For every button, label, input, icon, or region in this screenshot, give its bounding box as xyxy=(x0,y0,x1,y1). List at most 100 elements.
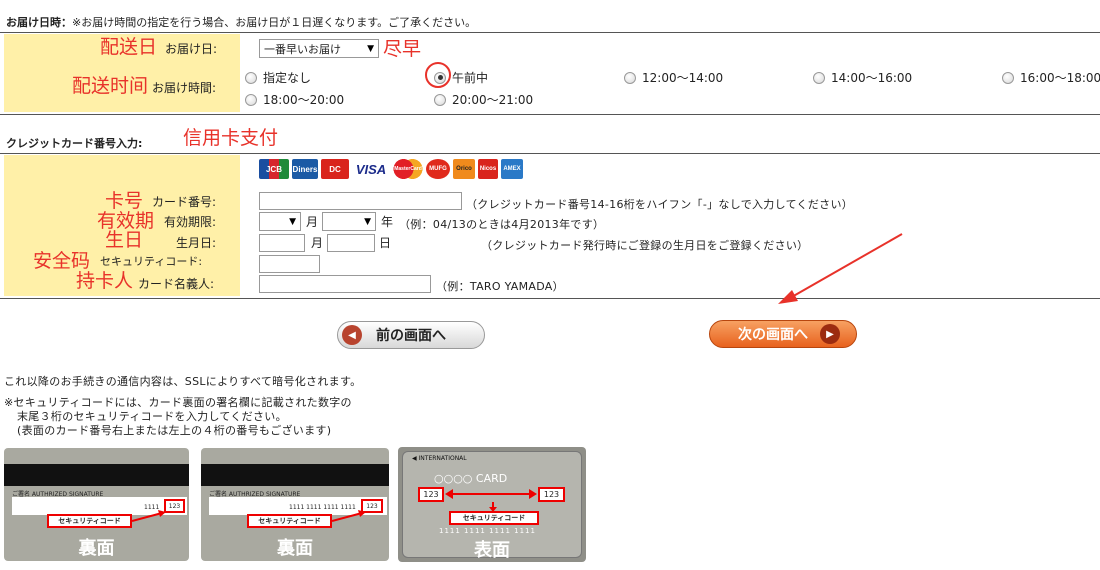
card-section-annotation: 信用卡支付 xyxy=(183,127,279,149)
international-text: INTERNATIONAL xyxy=(418,455,467,462)
birthday-day-unit: 日 xyxy=(379,236,392,250)
radio-icon[interactable] xyxy=(434,93,446,106)
time-option-18-20[interactable]: 18:00～20:00 xyxy=(245,91,344,108)
date-select-annotation: 尽早 xyxy=(383,38,422,60)
time-option-none[interactable]: 指定なし xyxy=(245,69,311,86)
delivery-time-label: お届け時間: xyxy=(152,81,217,95)
section-divider xyxy=(0,114,1100,115)
security-note-line-1: ※セキュリティコードには、カード裏面の署名欄に記載された数字の xyxy=(4,396,352,409)
section-divider xyxy=(0,153,1100,154)
time-option-20-21[interactable]: 20:00～21:00 xyxy=(434,91,533,108)
dc-logo: DC xyxy=(321,159,349,179)
sample-card-back-1: ご署名 AUTHRIZED SIGNATURE 1111 123 セキュリティコ… xyxy=(4,448,189,561)
chevron-down-icon: ▼ xyxy=(364,216,371,227)
birthday-month-input[interactable] xyxy=(259,234,305,252)
next-button-label: 次の画面へ xyxy=(738,327,808,343)
delivery-section-title: お届け日時：※お届け時間の指定を行う場合、お届け日が１日遅くなります。ご了承くだ… xyxy=(6,14,476,30)
sample-card-back-2: ご署名 AUTHRIZED SIGNATURE 1111 1111 1111 1… xyxy=(201,448,389,561)
security-code-tag: セキュリティコード xyxy=(449,511,539,525)
prev-screen-button[interactable]: ◀ 前の画面へ xyxy=(337,321,485,349)
security-code-tag: セキュリティコード xyxy=(47,514,132,528)
prev-button-label: 前の画面へ xyxy=(376,328,446,344)
time-option-label: 12:00～14:00 xyxy=(642,71,724,85)
time-option-label: 14:00～16:00 xyxy=(831,71,913,85)
arrow-icon xyxy=(132,510,166,522)
orico-logo: Orico xyxy=(453,159,475,179)
double-arrow-icon xyxy=(445,489,537,499)
time-option-label: 20:00～21:00 xyxy=(452,93,534,107)
security-code-box-left: 123 xyxy=(418,487,444,502)
delivery-title-text: お届け日時： xyxy=(6,16,72,29)
international-label: ◀ INTERNATIONAL xyxy=(412,455,467,462)
radio-icon[interactable] xyxy=(245,71,257,84)
expiry-label: 有効期限: xyxy=(164,215,217,229)
expiry-year-select[interactable]: ▼ xyxy=(322,212,376,231)
holder-annotation: 持卡人 xyxy=(76,270,134,292)
time-option-label: 指定なし xyxy=(263,71,312,85)
expiry-year-unit: 年 xyxy=(381,215,394,229)
selection-highlight-circle xyxy=(425,62,451,88)
nicos-logo: Nicos xyxy=(478,159,498,179)
card-digits: 1111 1111 1111 1111 xyxy=(439,527,536,535)
card-side-label: 表面 xyxy=(474,540,510,561)
time-option-16-18[interactable]: 16:00～18:00 xyxy=(1002,69,1100,86)
security-code-box-right: 123 xyxy=(538,487,565,502)
expiry-month-select[interactable]: ▼ xyxy=(259,212,301,231)
visa-logo: VISA xyxy=(352,159,390,179)
security-code-input[interactable] xyxy=(259,255,320,273)
birthday-hint: （クレジットカード発行時にご登録の生月日をご登録ください） xyxy=(481,239,809,252)
next-screen-button[interactable]: 次の画面へ ▶ xyxy=(709,320,857,348)
expiry-hint: （例：04/13のときは4月2013年です） xyxy=(399,218,605,231)
date-annotation: 配送日 xyxy=(100,36,158,58)
card-side-label: 裏面 xyxy=(277,538,313,559)
card-brand-logos: JCB Diners DC VISA MasterCard MUFG Orico… xyxy=(259,159,523,179)
security-code-label: セキュリティコード: xyxy=(100,255,203,268)
magnetic-stripe xyxy=(4,464,189,486)
arrow-right-icon: ▶ xyxy=(820,324,840,344)
time-option-label: 16:00～18:00 xyxy=(1020,71,1100,85)
time-option-14-16[interactable]: 14:00～16:00 xyxy=(813,69,912,86)
annotation-arrow-icon xyxy=(778,233,903,304)
time-annotation: 配送时间 xyxy=(72,75,149,97)
section-divider xyxy=(0,32,1100,33)
birthday-label: 生月日: xyxy=(176,236,217,250)
card-number-label: カード番号: xyxy=(152,195,217,209)
radio-icon[interactable] xyxy=(624,71,636,84)
arrow-left-icon: ◀ xyxy=(342,325,362,345)
card-holder-input[interactable] xyxy=(259,275,431,293)
delivery-note: ※お届け時間の指定を行う場合、お届け日が１日遅くなります。ご了承ください。 xyxy=(72,16,477,29)
diners-logo: Diners xyxy=(292,159,318,179)
delivery-date-select[interactable]: 一番早いお届け ▼ xyxy=(259,39,379,58)
chevron-down-icon: ▼ xyxy=(367,43,374,54)
sample-card-front: ◀ INTERNATIONAL ○○○○ CARD 123 123 セキュリティ… xyxy=(398,447,586,562)
mufg-logo: MUFG xyxy=(426,159,450,179)
section-divider xyxy=(0,298,1100,299)
magnetic-stripe xyxy=(201,464,389,486)
security-note-line-2: 末尾３桁のセキュリティコードを入力してください。 xyxy=(17,410,287,423)
ssl-note: これ以降のお手続きの通信内容は、SSLによりすべて暗号化されます。 xyxy=(4,375,362,388)
mastercard-logo: MasterCard xyxy=(393,159,423,179)
security-annotation: 安全码 xyxy=(33,250,91,272)
radio-icon[interactable] xyxy=(813,71,825,84)
card-holder-hint: （例：TARO YAMADA） xyxy=(436,280,564,293)
birthday-day-input[interactable] xyxy=(327,234,375,252)
birthday-month-unit: 月 xyxy=(311,236,324,250)
jcb-logo: JCB xyxy=(259,159,289,179)
arrow-icon xyxy=(332,510,366,522)
expiry-month-unit: 月 xyxy=(306,215,319,229)
chevron-down-icon: ▼ xyxy=(289,216,296,227)
card-holder-label: カード名義人: xyxy=(138,277,215,291)
amex-logo: AMEX xyxy=(501,159,523,179)
radio-icon[interactable] xyxy=(245,93,257,106)
card-name-label: ○○○○ CARD xyxy=(434,472,508,485)
security-code-tag: セキュリティコード xyxy=(247,514,332,528)
time-option-12-14[interactable]: 12:00～14:00 xyxy=(624,69,723,86)
card-side-label: 裏面 xyxy=(78,538,115,559)
delivery-date-label: お届け日: xyxy=(165,42,218,56)
radio-icon[interactable] xyxy=(1002,71,1014,84)
delivery-date-value: 一番早いお届け xyxy=(264,42,341,56)
card-number-annotation: 卡号 xyxy=(105,190,144,212)
card-number-input[interactable] xyxy=(259,192,462,210)
card-number-hint: （クレジットカード番号14-16桁をハイフン「-」なしで入力してください） xyxy=(466,198,854,211)
birthday-annotation: 生日 xyxy=(105,229,144,251)
